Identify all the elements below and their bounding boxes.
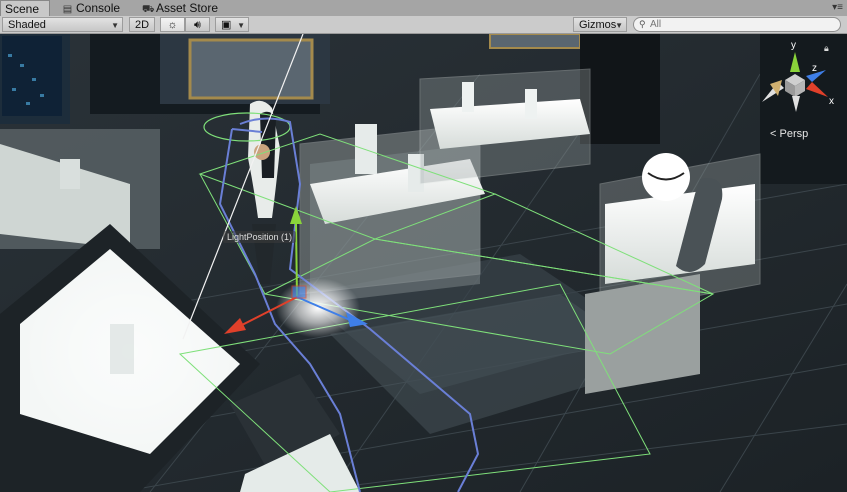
axis-label-z: z bbox=[812, 63, 817, 74]
chevron-down-icon: ▼ bbox=[111, 21, 119, 30]
shading-mode-value: Shaded bbox=[8, 19, 46, 31]
scene-viewport[interactable]: y z x LightPosition (1) 🔒︎ < Persp bbox=[0, 34, 847, 492]
speaker-icon: 🔊︎ bbox=[194, 19, 201, 31]
gizmos-label: Gizmos bbox=[579, 19, 617, 31]
tab-menu-icon[interactable]: ▾≡ bbox=[832, 0, 843, 16]
lock-icon[interactable]: 🔒︎ bbox=[824, 43, 829, 54]
image-icon: ▣ bbox=[221, 19, 232, 31]
search-input[interactable] bbox=[650, 18, 835, 31]
projection-toggle[interactable]: < Persp bbox=[770, 128, 808, 140]
scene-search-field[interactable]: ⚲ bbox=[633, 17, 841, 32]
axis-label-y: y bbox=[791, 40, 796, 51]
projection-label: Persp bbox=[779, 128, 809, 140]
chevron-down-icon: ▼ bbox=[237, 21, 245, 30]
tab-label: Asset Store bbox=[156, 1, 219, 15]
axis-label-x: x bbox=[829, 96, 834, 107]
selected-object-label: LightPosition (1) bbox=[223, 231, 297, 243]
editor-tab-bar: Scene ▤ Console ⛟Asset Store ▾≡ bbox=[0, 0, 847, 17]
scene-toolbar: Shaded ▼ 2D ☼ 🔊︎ ▣ ▼ Gizmos ▼ ⚲ bbox=[0, 16, 847, 34]
tab-asset-store[interactable]: ⛟Asset Store bbox=[138, 0, 228, 16]
2d-toggle-button[interactable]: 2D bbox=[129, 17, 155, 32]
audio-toggle-button[interactable]: 🔊︎ bbox=[185, 17, 210, 32]
scene-render: y z x bbox=[0, 34, 847, 492]
tab-scene[interactable]: Scene bbox=[0, 0, 50, 17]
projection-icon: < bbox=[770, 128, 777, 140]
tab-console[interactable]: ▤ Console bbox=[58, 0, 132, 16]
chevron-down-icon: ▼ bbox=[615, 21, 623, 30]
lighting-toggle-button[interactable]: ☼ bbox=[160, 17, 185, 32]
2d-toggle-label: 2D bbox=[134, 19, 150, 31]
gizmos-dropdown[interactable]: Gizmos ▼ bbox=[573, 17, 627, 32]
sun-icon: ☼ bbox=[167, 19, 178, 31]
effects-dropdown[interactable]: ▣ ▼ bbox=[215, 17, 249, 32]
shading-mode-dropdown[interactable]: Shaded ▼ bbox=[2, 17, 123, 32]
search-icon: ⚲ bbox=[639, 19, 646, 29]
tab-label: Scene bbox=[5, 2, 40, 16]
tab-label: Console bbox=[76, 1, 121, 15]
